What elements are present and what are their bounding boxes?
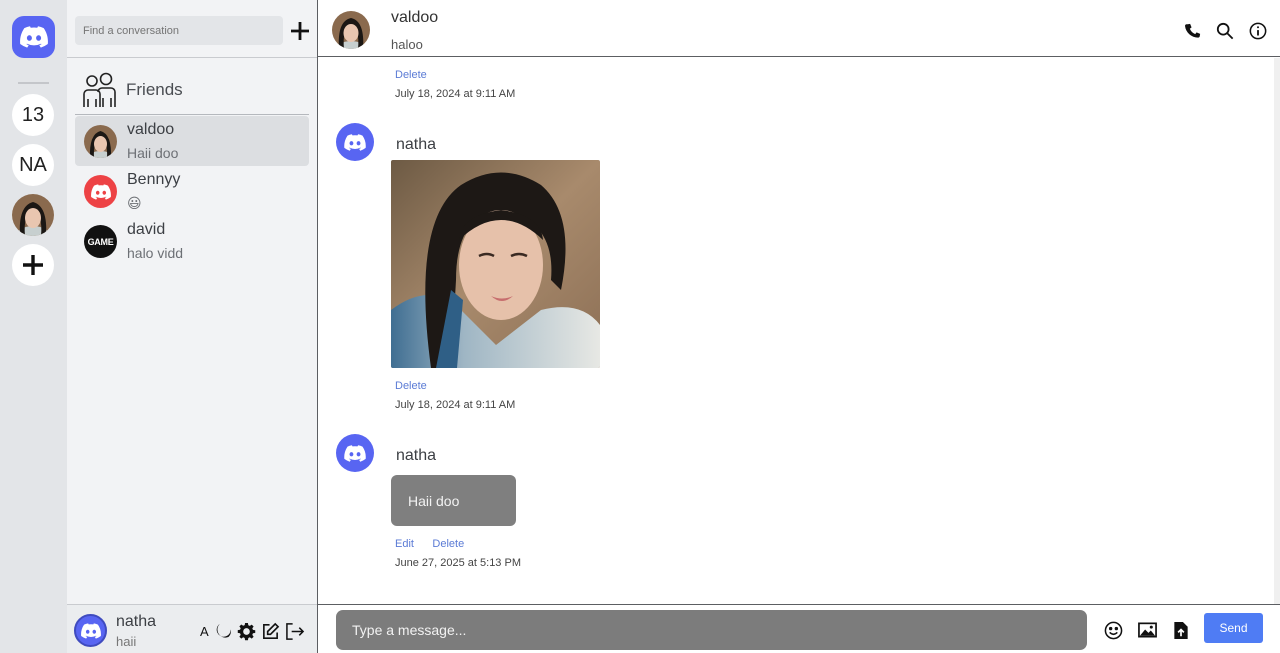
conversation-item-valdoo[interactable]: valdoo Haii doo bbox=[75, 116, 309, 166]
conversation-name: valdoo bbox=[127, 121, 175, 138]
chat-status: haloo bbox=[391, 37, 423, 52]
message-scrollbar[interactable] bbox=[1274, 58, 1280, 604]
edit-profile-button[interactable] bbox=[261, 621, 280, 641]
find-conversation-input[interactable] bbox=[75, 16, 283, 45]
delete-message-link[interactable]: Delete bbox=[395, 69, 427, 81]
message-timestamp: July 18, 2024 at 9:11 AM bbox=[395, 88, 516, 100]
info-icon bbox=[1249, 22, 1267, 40]
portrait-photo bbox=[391, 160, 600, 368]
message-avatar[interactable] bbox=[336, 434, 374, 472]
font-size-icon: A bbox=[200, 623, 209, 639]
discord-home-button[interactable] bbox=[12, 16, 55, 58]
message-text: Haii doo bbox=[408, 493, 460, 509]
avatar bbox=[84, 125, 117, 158]
friends-label: Friends bbox=[126, 80, 183, 99]
conversation-name: Bennyy bbox=[127, 171, 181, 188]
user-name: natha bbox=[116, 613, 157, 630]
friends-divider bbox=[75, 114, 309, 115]
server-label: NA bbox=[19, 153, 47, 176]
emoji-icon bbox=[1104, 621, 1122, 639]
server-rail: 13 NA bbox=[0, 0, 67, 653]
user-panel: natha haii A bbox=[67, 604, 317, 653]
image-upload-button[interactable] bbox=[1137, 620, 1157, 640]
message-actions: Edit Delete bbox=[395, 534, 478, 552]
message-timestamp: July 18, 2024 at 9:11 AM bbox=[395, 399, 516, 411]
user-avatar[interactable] bbox=[74, 614, 107, 647]
conversation-list: valdoo Haii doo Bennyy 😃 GAME david halo… bbox=[75, 116, 309, 266]
plus-icon bbox=[291, 22, 309, 40]
server-profile-photo[interactable] bbox=[12, 194, 54, 236]
logout-button[interactable] bbox=[285, 621, 305, 641]
avatar: GAME bbox=[84, 225, 117, 258]
message-avatar[interactable] bbox=[336, 123, 374, 161]
message-actions: Delete bbox=[395, 65, 441, 83]
avatar bbox=[84, 175, 117, 208]
send-button[interactable]: Send bbox=[1204, 613, 1263, 643]
app-window: 13 NA Friends bbox=[0, 0, 1280, 653]
message-timestamp: June 27, 2025 at 5:13 PM bbox=[395, 557, 521, 569]
search-button[interactable] bbox=[1215, 21, 1235, 41]
conversation-sidebar: Friends valdoo Haii doo bbox=[67, 0, 317, 653]
chat-avatar[interactable] bbox=[332, 11, 370, 49]
message-list: Delete July 18, 2024 at 9:11 AM natha De… bbox=[318, 58, 1274, 604]
edit-message-link[interactable]: Edit bbox=[395, 538, 414, 550]
image-icon bbox=[1137, 622, 1157, 638]
rail-divider bbox=[18, 82, 49, 84]
chat-header: valdoo haloo bbox=[318, 0, 1280, 57]
message-input[interactable] bbox=[336, 610, 1087, 650]
friends-icon bbox=[83, 72, 116, 107]
server-13[interactable]: 13 bbox=[12, 94, 54, 136]
edit-icon bbox=[262, 622, 279, 639]
new-dm-button[interactable] bbox=[289, 18, 311, 44]
font-size-button[interactable]: A bbox=[200, 621, 209, 641]
composer-actions bbox=[1103, 620, 1191, 640]
emoji-button[interactable] bbox=[1103, 620, 1123, 640]
user-tools: A bbox=[200, 621, 305, 641]
gear-icon bbox=[237, 622, 255, 640]
call-button[interactable] bbox=[1182, 21, 1202, 41]
server-label: 13 bbox=[21, 103, 45, 126]
add-server-button[interactable] bbox=[12, 244, 54, 286]
theme-toggle-button[interactable] bbox=[214, 621, 232, 641]
moon-icon bbox=[216, 623, 231, 638]
discord-logo-icon bbox=[344, 133, 366, 151]
phone-icon bbox=[1184, 23, 1200, 38]
avatar-logo-text: GAME bbox=[87, 236, 114, 247]
conversation-item-david[interactable]: GAME david halo vidd bbox=[75, 216, 309, 266]
profile-photo-icon bbox=[332, 11, 370, 49]
conversation-name: david bbox=[127, 221, 166, 238]
message-actions: Delete bbox=[395, 376, 441, 394]
conversation-preview: Haii doo bbox=[127, 145, 179, 161]
discord-logo-icon bbox=[80, 622, 101, 639]
discord-logo-icon bbox=[19, 26, 48, 48]
sidebar-divider bbox=[67, 57, 317, 58]
message-author: natha bbox=[396, 136, 437, 153]
user-status: haii bbox=[116, 634, 137, 649]
search-icon bbox=[1216, 22, 1234, 40]
discord-logo-icon bbox=[90, 183, 111, 200]
settings-button[interactable] bbox=[237, 621, 256, 641]
discord-logo-icon bbox=[344, 444, 366, 462]
conversation-item-bennyy[interactable]: Bennyy 😃 bbox=[75, 166, 309, 216]
chat-header-actions bbox=[1182, 21, 1268, 41]
file-upload-icon bbox=[1174, 621, 1188, 639]
info-button[interactable] bbox=[1248, 21, 1268, 41]
message-bubble: Haii doo bbox=[391, 475, 516, 526]
message-author: natha bbox=[396, 447, 437, 464]
plus-icon bbox=[23, 255, 43, 275]
delete-message-link[interactable]: Delete bbox=[432, 538, 464, 550]
chat-title: valdoo bbox=[391, 9, 439, 26]
server-na[interactable]: NA bbox=[12, 144, 54, 186]
profile-photo-icon bbox=[12, 194, 54, 236]
delete-message-link[interactable]: Delete bbox=[395, 380, 427, 392]
friends-nav-item[interactable]: Friends bbox=[82, 72, 183, 108]
file-upload-button[interactable] bbox=[1171, 620, 1191, 640]
logout-icon bbox=[285, 622, 304, 640]
profile-photo-icon bbox=[84, 125, 117, 158]
conversation-preview: halo vidd bbox=[127, 245, 184, 261]
message-image[interactable] bbox=[391, 160, 600, 368]
message-composer: Send bbox=[318, 604, 1280, 653]
conversation-preview: 😃 bbox=[127, 195, 142, 211]
